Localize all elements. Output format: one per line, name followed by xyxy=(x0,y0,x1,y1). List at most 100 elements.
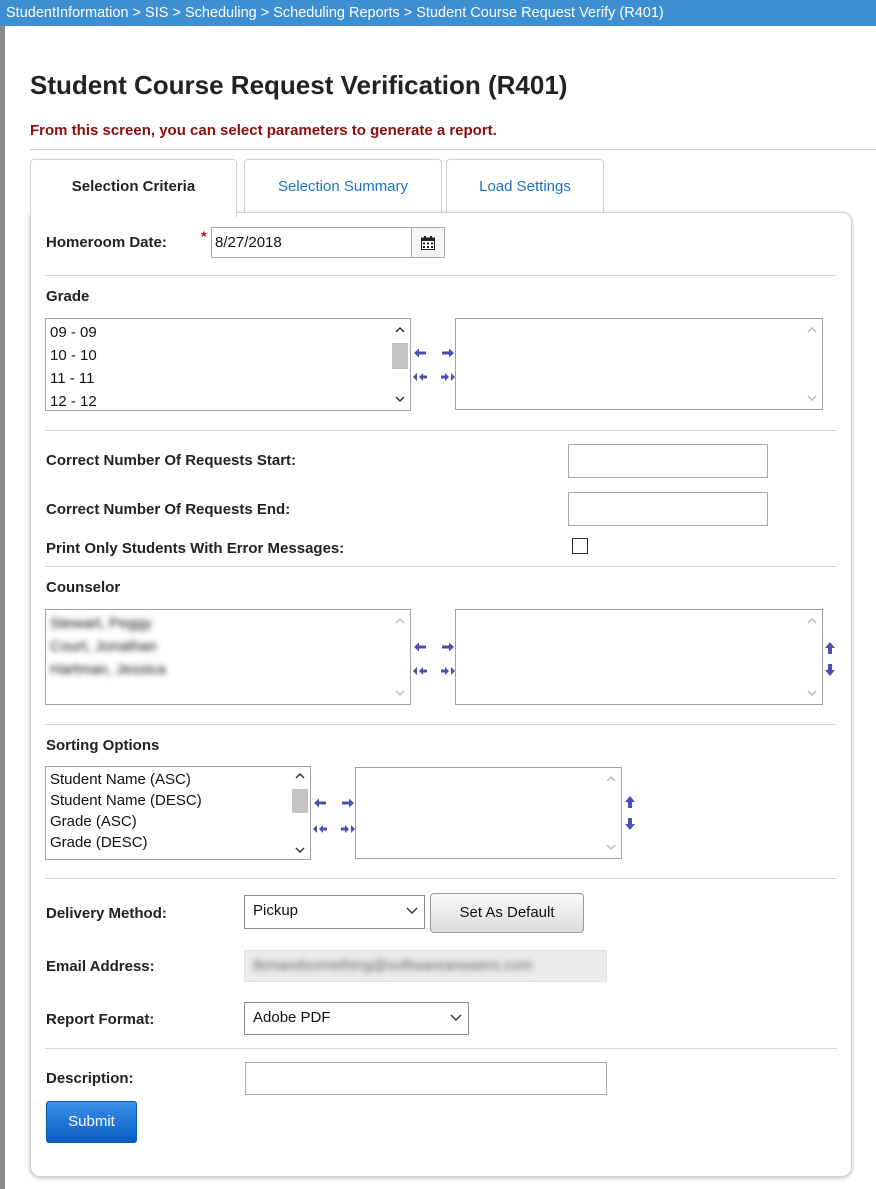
section-divider xyxy=(45,430,837,431)
list-item[interactable]: Student Name (ASC) xyxy=(46,769,310,790)
required-marker: * xyxy=(201,228,207,244)
section-divider xyxy=(45,878,837,879)
scrollbar[interactable] xyxy=(802,319,822,409)
section-divider xyxy=(45,275,837,276)
list-item[interactable]: 11 - 11 xyxy=(46,367,410,390)
move-left-icon[interactable] xyxy=(313,797,327,809)
scroll-down-icon xyxy=(395,690,405,697)
requests-start-label: Correct Number Of Requests Start: xyxy=(46,452,297,469)
scroll-up-icon xyxy=(807,617,817,624)
scroll-down-icon xyxy=(295,847,305,854)
description-label: Description: xyxy=(46,1070,134,1087)
tab-load-settings[interactable]: Load Settings xyxy=(446,159,604,215)
move-down-icon[interactable] xyxy=(624,817,636,831)
requests-end-label: Correct Number Of Requests End: xyxy=(46,501,291,518)
scroll-thumb[interactable] xyxy=(292,789,308,813)
scroll-up-icon xyxy=(606,775,616,782)
set-as-default-button[interactable]: Set As Default xyxy=(430,893,584,933)
page-title: Student Course Request Verification (R40… xyxy=(30,70,568,100)
description-input[interactable] xyxy=(245,1062,607,1095)
print-errors-checkbox[interactable] xyxy=(572,538,588,554)
grade-label: Grade xyxy=(46,288,90,305)
scroll-up-icon xyxy=(395,326,405,333)
counselor-selected-list[interactable] xyxy=(455,609,823,705)
sorting-options-label: Sorting Options xyxy=(46,737,160,754)
delivery-method-value: Pickup xyxy=(253,902,299,919)
move-left-icon[interactable] xyxy=(413,347,427,359)
scrollbar[interactable] xyxy=(390,319,410,410)
move-up-icon[interactable] xyxy=(824,641,836,655)
calendar-icon xyxy=(421,236,435,250)
report-format-value: Adobe PDF xyxy=(253,1009,331,1026)
delivery-method-select[interactable]: Pickup xyxy=(244,895,425,929)
scroll-up-icon xyxy=(395,617,405,624)
chevron-down-icon xyxy=(450,1014,462,1021)
print-errors-label: Print Only Students With Error Messages: xyxy=(46,540,345,557)
grade-move-controls xyxy=(413,347,455,391)
email-address-label: Email Address: xyxy=(46,958,155,975)
section-divider xyxy=(45,1048,837,1049)
scroll-up-icon xyxy=(807,326,817,333)
list-item[interactable]: Stewart, Peggy xyxy=(46,612,410,635)
tab-selection-summary[interactable]: Selection Summary xyxy=(244,159,442,215)
list-item[interactable]: 12 - 12 xyxy=(46,390,410,410)
homeroom-date-input[interactable]: 8/27/2018 xyxy=(211,227,412,258)
scrollbar[interactable] xyxy=(802,610,822,704)
scroll-down-icon xyxy=(807,395,817,402)
breadcrumb[interactable]: StudentInformation > SIS > Scheduling > … xyxy=(0,0,876,26)
page-subtitle: From this screen, you can select paramet… xyxy=(30,122,497,139)
requests-start-input[interactable] xyxy=(568,444,768,478)
page-left-edge xyxy=(0,0,5,1189)
list-item[interactable]: 10 - 10 xyxy=(46,344,410,367)
grade-available-list[interactable]: 09 - 09 10 - 10 11 - 11 12 - 12 xyxy=(45,318,411,411)
email-address-input[interactable]: tbmandsomething@softwareanswers.com xyxy=(244,950,607,982)
move-all-right-icon[interactable] xyxy=(441,371,455,383)
scrollbar[interactable] xyxy=(601,768,621,858)
list-item[interactable]: 09 - 09 xyxy=(46,321,410,344)
sorting-selected-list[interactable] xyxy=(355,767,622,859)
list-item[interactable]: Court, Jonathan xyxy=(46,635,410,658)
sorting-move-controls xyxy=(313,797,355,841)
report-format-label: Report Format: xyxy=(46,1011,155,1028)
title-divider xyxy=(30,149,876,150)
counselor-label: Counselor xyxy=(46,579,121,596)
move-right-icon[interactable] xyxy=(441,641,455,653)
list-item[interactable]: Grade (ASC) xyxy=(46,811,310,832)
scroll-up-icon xyxy=(295,772,305,779)
email-address-value: tbmandsomething@softwareanswers.com xyxy=(253,957,533,974)
move-all-right-icon[interactable] xyxy=(441,665,455,677)
homeroom-date-label: Homeroom Date: xyxy=(46,234,167,251)
tab-selection-criteria[interactable]: Selection Criteria xyxy=(30,159,237,217)
scroll-down-icon xyxy=(807,690,817,697)
move-right-icon[interactable] xyxy=(441,347,455,359)
scroll-thumb[interactable] xyxy=(392,343,408,369)
scroll-down-icon xyxy=(606,844,616,851)
move-all-right-icon[interactable] xyxy=(341,823,355,835)
counselor-move-controls xyxy=(413,641,455,685)
move-all-left-icon[interactable] xyxy=(313,823,327,835)
requests-end-input[interactable] xyxy=(568,492,768,526)
list-item[interactable]: Hartman, Jessica xyxy=(46,658,410,681)
calendar-button[interactable] xyxy=(412,227,445,258)
delivery-method-label: Delivery Method: xyxy=(46,905,167,922)
section-divider xyxy=(45,566,837,567)
chevron-down-icon xyxy=(406,907,418,914)
move-all-left-icon[interactable] xyxy=(413,665,427,677)
move-down-icon[interactable] xyxy=(824,663,836,677)
list-item[interactable]: Student Name (DESC) xyxy=(46,790,310,811)
grade-selected-list[interactable] xyxy=(455,318,823,410)
move-up-icon[interactable] xyxy=(624,795,636,809)
report-format-select[interactable]: Adobe PDF xyxy=(244,1002,469,1035)
move-all-left-icon[interactable] xyxy=(413,371,427,383)
move-right-icon[interactable] xyxy=(341,797,355,809)
submit-button[interactable]: Submit xyxy=(46,1101,137,1143)
counselor-available-list[interactable]: Stewart, Peggy Court, Jonathan Hartman, … xyxy=(45,609,411,705)
sorting-order-controls xyxy=(623,795,637,835)
scrollbar[interactable] xyxy=(290,767,310,859)
section-divider xyxy=(45,724,837,725)
list-item[interactable]: Grade (DESC) xyxy=(46,832,310,853)
scrollbar[interactable] xyxy=(390,610,410,704)
sorting-available-list[interactable]: Student Name (ASC) Student Name (DESC) G… xyxy=(45,766,311,860)
scroll-down-icon xyxy=(395,396,405,403)
move-left-icon[interactable] xyxy=(413,641,427,653)
